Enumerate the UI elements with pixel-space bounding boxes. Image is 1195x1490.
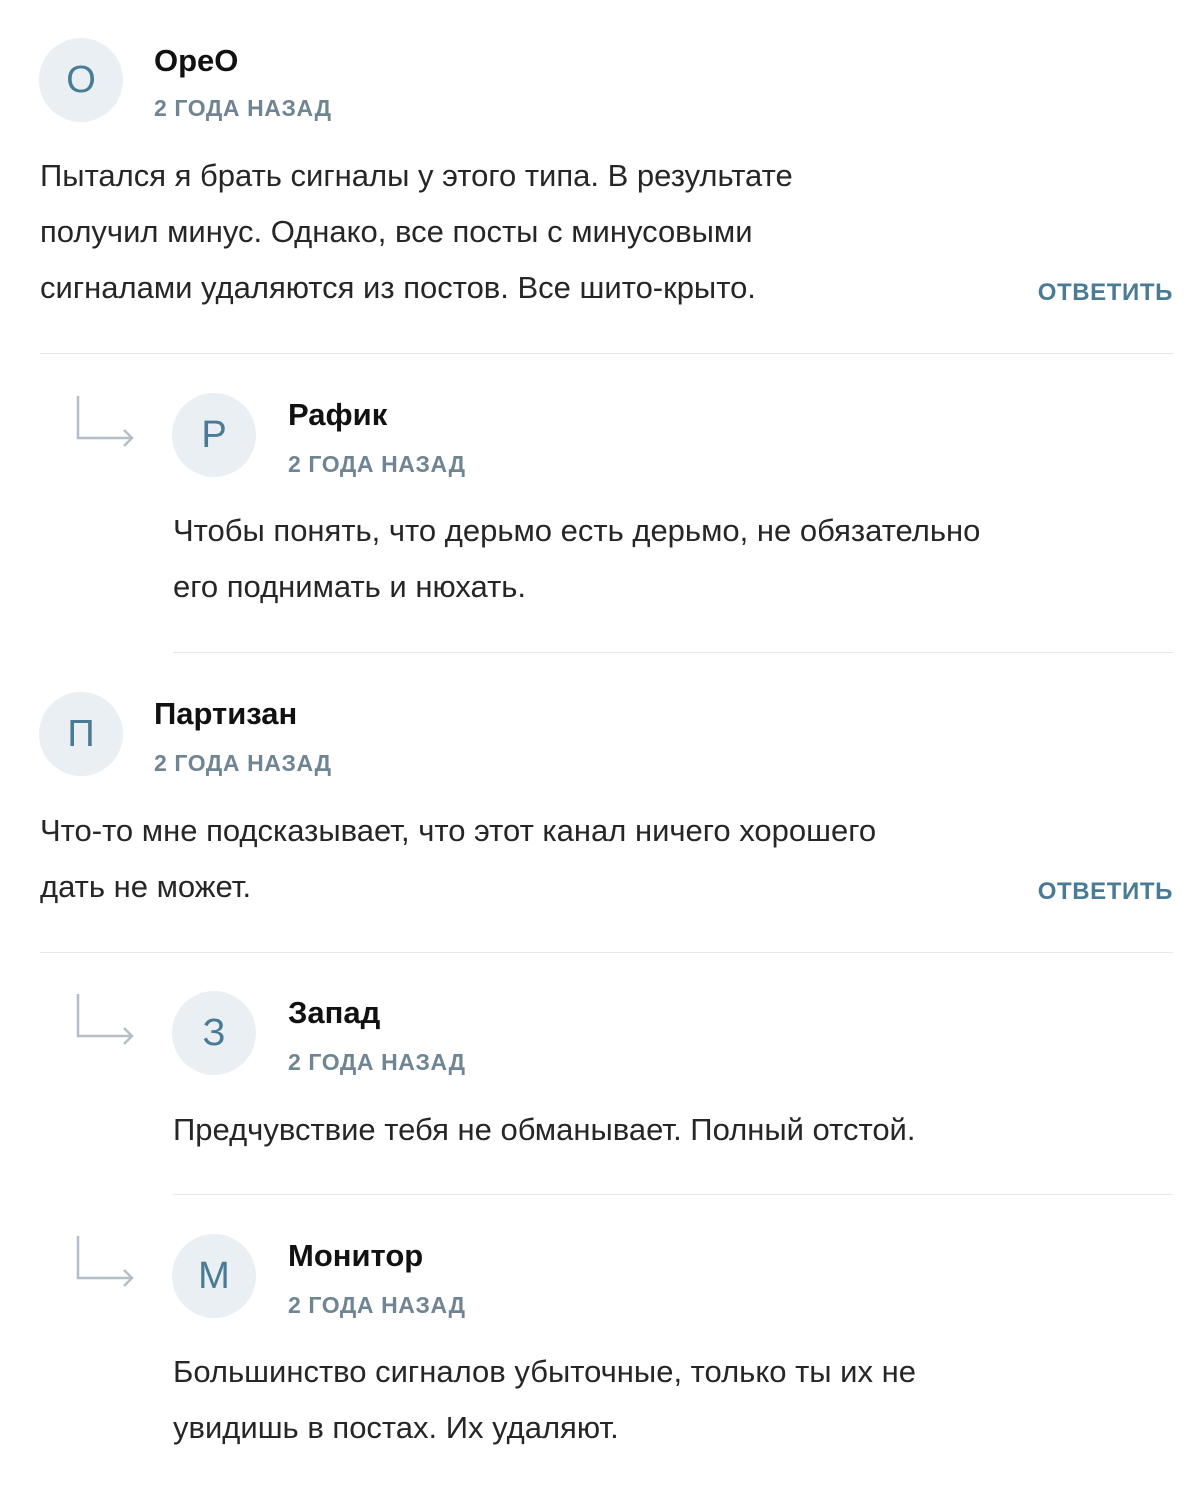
comment-line: Чтобы понять, что дерьмо есть дерьмо, не… (173, 513, 981, 548)
comment-author[interactable]: Монитор (288, 1238, 423, 1274)
comment-line: дать не может. (40, 869, 252, 904)
reply-arrow-icon (76, 1236, 134, 1287)
comment-author[interactable]: Запад (288, 995, 380, 1031)
avatar[interactable]: М (172, 1234, 256, 1318)
comment-time: 2 ГОДА НАЗАД (288, 1292, 466, 1318)
comment-author[interactable]: OpeO (154, 43, 238, 79)
avatar[interactable]: O (39, 38, 123, 122)
comment-author[interactable]: Рафик (288, 397, 387, 433)
reply-arrow-icon (76, 396, 134, 447)
avatar[interactable]: П (39, 692, 123, 776)
comment-time: 2 ГОДА НАЗАД (288, 1049, 466, 1075)
comment-line: получил минус. Однако, все посты с минус… (40, 214, 753, 249)
comment-time: 2 ГОДА НАЗАД (288, 451, 466, 477)
comment-line: сигналами удаляются из постов. Все шито-… (40, 270, 756, 305)
comment-line: Предчувствие тебя не обманывает. Полный … (173, 1112, 916, 1147)
avatar[interactable]: Р (172, 393, 256, 477)
comment-line: Что-то мне подсказывает, что этот канал … (40, 813, 877, 848)
comment-text: Что-то мне подсказывает, что этот канал … (40, 803, 876, 915)
avatar[interactable]: З (172, 991, 256, 1075)
comment-text: Большинство сигналов убыточные, только т… (173, 1344, 916, 1456)
comment-time: 2 ГОДА НАЗАД (154, 750, 332, 776)
reply-arrow-icon (76, 994, 134, 1045)
comment-time: 2 ГОДА НАЗАД (154, 95, 332, 121)
comment-line: Большинство сигналов убыточные, только т… (173, 1354, 916, 1389)
divider (40, 952, 1173, 953)
divider (173, 1194, 1173, 1195)
comment-text: Пытался я брать сигналы у этого типа. В … (40, 148, 793, 316)
reply-button[interactable]: ОТВЕТИТЬ (1038, 878, 1173, 906)
comment-line: увидишь в постах. Их удаляют. (173, 1410, 619, 1445)
comment-text: Предчувствие тебя не обманывает. Полный … (173, 1102, 916, 1158)
comment-line: его поднимать и нюхать. (173, 569, 527, 604)
divider (40, 353, 1173, 354)
comment-author[interactable]: Партизан (154, 696, 297, 732)
comment-text: Чтобы понять, что дерьмо есть дерьмо, не… (173, 503, 980, 615)
comment-line: Пытался я брать сигналы у этого типа. В … (40, 158, 793, 193)
divider (173, 652, 1173, 653)
reply-button[interactable]: ОТВЕТИТЬ (1038, 279, 1173, 307)
